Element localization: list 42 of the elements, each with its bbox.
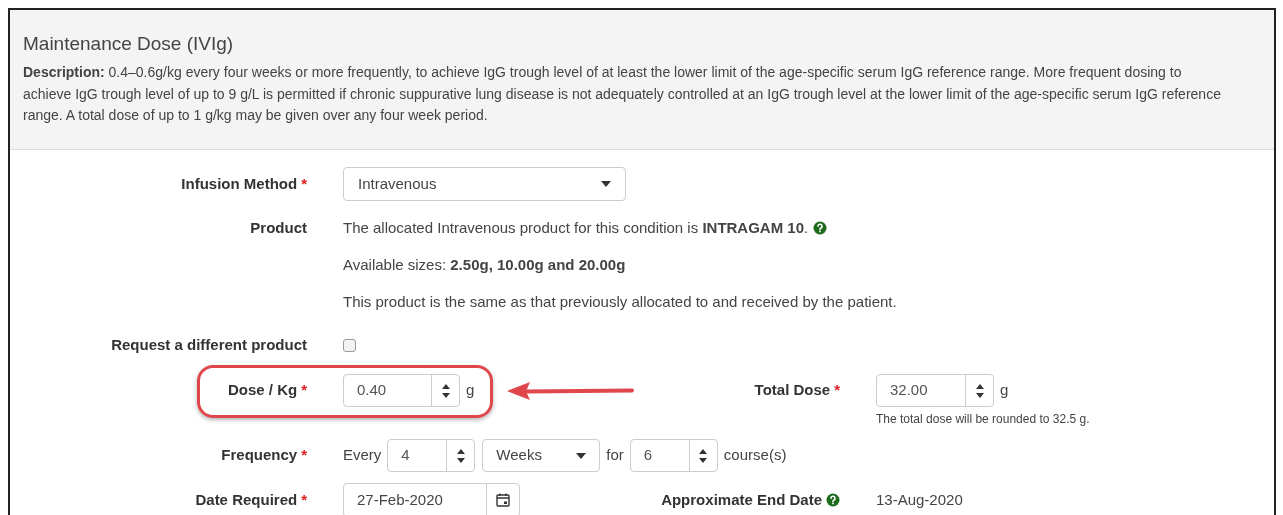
hint-text: The total dose will be rounded to 32.5 g. [876, 411, 1090, 428]
dose-input[interactable]: 0.40 [343, 374, 460, 407]
caret-icon [601, 181, 611, 187]
spinner-arrows-icon[interactable] [698, 447, 709, 464]
every-text: Every [343, 445, 382, 466]
field-label: Date Required [195, 489, 298, 510]
frequency-count-input[interactable]: 4 [387, 439, 476, 472]
spinner-arrows-icon[interactable] [440, 382, 451, 399]
field-label: Request a different product [111, 334, 307, 355]
field-label: Dose / Kg [227, 380, 298, 401]
required-mark: * [301, 489, 307, 510]
product-text: Available sizes: 2.50g, 10.00g and 20.00g [343, 254, 626, 275]
unit-text: g [466, 380, 475, 401]
required-mark: * [301, 173, 307, 194]
request-checkbox[interactable] [343, 338, 356, 352]
field-label: Product [250, 217, 307, 238]
for-text: for [606, 445, 624, 466]
field-label: Infusion Method [181, 173, 298, 194]
field-label: Approximate End Date [661, 489, 822, 510]
product-text: The allocated Intravenous product for this condition is INTRAGAM 10. [343, 217, 809, 238]
field-label: Total Dose [754, 380, 831, 401]
unit-text: g [1000, 380, 1009, 401]
spinner-arrows-icon[interactable] [455, 447, 466, 464]
courses-text: course(s) [723, 445, 787, 466]
spinner-arrows-icon[interactable] [974, 382, 985, 399]
description-text: Description: 0.4–0.6g/kg every four weeks or more frequently, to achieve IgG trough level of at least the lower limit of the age-specific serum IgG reference range. More frequent dosing to achieve IgG trough level of up to 9 g/L is permitted if chronic suppurative lung disease is not adequately controlled at an IgG trough level at the lower limit of the age-specific serum IgG reference range. A total dose of up to 1 g/kg may be given over any four week period. [23, 63, 1222, 125]
help-icon[interactable] [813, 221, 828, 235]
required-mark: * [834, 380, 840, 401]
caret-icon [576, 452, 587, 459]
end-date-text: 13-Aug-2020 [876, 489, 963, 510]
required-mark: * [301, 445, 307, 466]
calendar-icon[interactable] [496, 493, 510, 507]
courses-input[interactable]: 6 [629, 439, 718, 472]
help-icon[interactable] [826, 493, 840, 507]
panel-title: Maintenance Dose (IVIg) [23, 32, 235, 56]
date-input[interactable]: 27-Feb-2020 [343, 483, 520, 515]
period-select[interactable]: Weeks [482, 439, 601, 472]
field-label: Frequency [221, 445, 298, 466]
total-dose-input[interactable]: 32.00 [876, 374, 994, 407]
product-text: This product is the same as that previously allocated to and received by the patient. [343, 291, 897, 312]
required-mark: * [301, 380, 307, 401]
infusion-method-select[interactable]: Intravenous [343, 167, 626, 201]
